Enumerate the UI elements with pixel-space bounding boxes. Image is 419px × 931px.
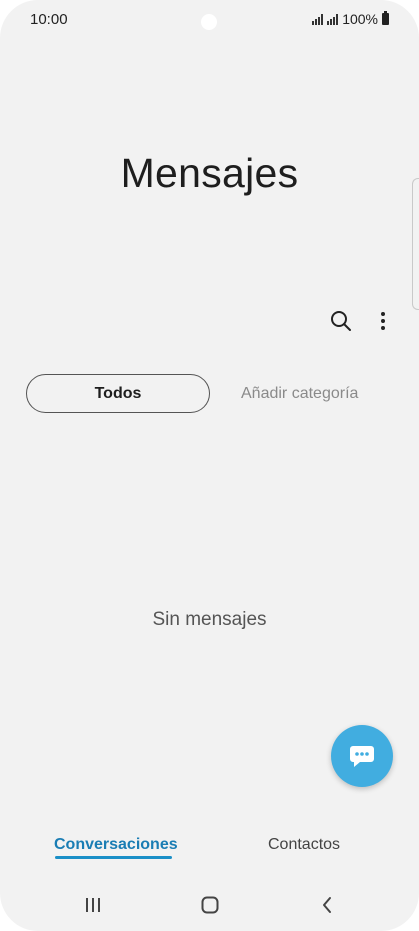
status-time: 10:00 xyxy=(30,11,68,28)
status-bar: 10:00 100% xyxy=(0,8,419,30)
front-camera xyxy=(201,14,217,30)
status-icons: 100% xyxy=(312,11,389,27)
add-category-link[interactable]: Añadir categoría xyxy=(241,385,358,403)
battery-percent: 100% xyxy=(342,11,378,27)
chat-bubble-icon xyxy=(350,746,374,767)
recent-apps-icon[interactable] xyxy=(78,892,108,918)
filter-all-label: Todos xyxy=(94,384,142,402)
navigation-bar xyxy=(0,892,419,918)
selected-tab-indicator xyxy=(55,856,172,859)
filter-all-chip[interactable]: Todos xyxy=(26,374,210,413)
signal-icon xyxy=(312,13,324,25)
edge-panel-handle[interactable] xyxy=(412,178,419,310)
phone-screen: 10:00 100% Mensajes Todos Añadir categor… xyxy=(0,0,419,931)
search-icon[interactable] xyxy=(326,306,356,336)
tab-contacts[interactable]: Contactos xyxy=(268,836,340,854)
empty-state-text: Sin mensajes xyxy=(152,609,267,630)
page-title: Mensajes xyxy=(120,150,299,196)
back-icon[interactable] xyxy=(312,892,342,918)
more-vertical-icon[interactable] xyxy=(368,306,398,336)
compose-button[interactable] xyxy=(331,725,393,787)
signal-icon-2 xyxy=(327,13,339,25)
tab-conversations[interactable]: Conversaciones xyxy=(54,836,178,854)
home-icon[interactable] xyxy=(195,892,225,918)
bottom-tab-bar: Conversaciones Contactos xyxy=(0,836,419,866)
battery-icon xyxy=(382,11,389,25)
